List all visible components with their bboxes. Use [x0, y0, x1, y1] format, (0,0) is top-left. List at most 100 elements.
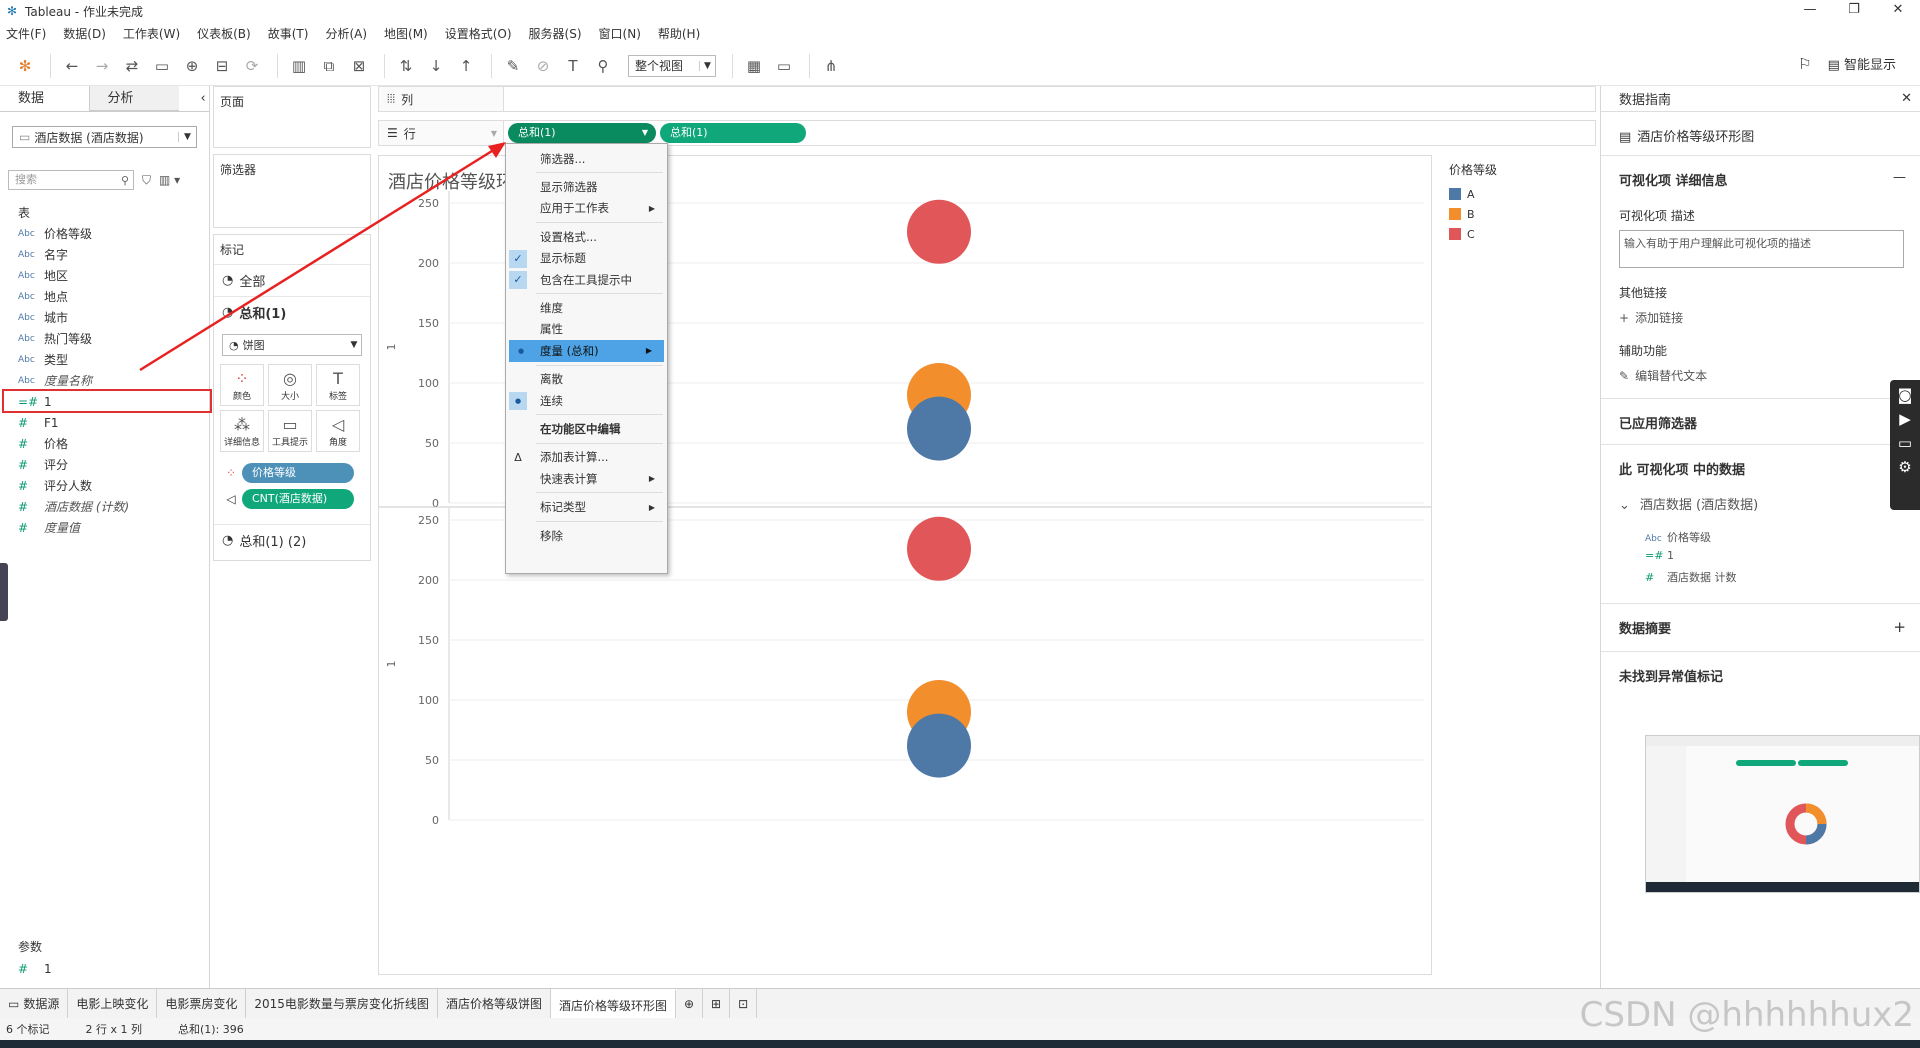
- pause-icon[interactable]: ⊟: [209, 53, 235, 79]
- pin-icon[interactable]: ⚲: [590, 53, 616, 79]
- context-menu-item[interactable]: ● 连续: [506, 390, 667, 411]
- close-button[interactable]: ✕: [1876, 0, 1920, 22]
- menu-analysis[interactable]: 分析(A): [325, 25, 367, 42]
- search-input[interactable]: 搜索 ⚲: [8, 170, 134, 190]
- sheet-tab[interactable]: 电影上映变化: [68, 988, 158, 1019]
- legend-item-c[interactable]: C: [1441, 224, 1597, 244]
- window-icon[interactable]: ▭: [1898, 434, 1912, 452]
- new-datasource-icon[interactable]: ⊕: [179, 53, 205, 79]
- label-icon[interactable]: T: [560, 53, 586, 79]
- video-icon[interactable]: ▶: [1899, 410, 1911, 428]
- menu-story[interactable]: 故事(T): [268, 25, 309, 42]
- menu-help[interactable]: 帮助(H): [658, 25, 700, 42]
- pill-color-price-level[interactable]: 价格等级: [242, 463, 354, 483]
- field-item[interactable]: # 评分人数: [0, 475, 209, 496]
- field-item[interactable]: # 评分: [0, 454, 209, 475]
- tooltip-button[interactable]: ▭ 工具提示: [268, 410, 312, 452]
- sort-desc-icon[interactable]: ↑: [453, 53, 479, 79]
- show-cards-icon[interactable]: ▦: [741, 53, 767, 79]
- replay-icon[interactable]: ⇄: [119, 53, 145, 79]
- add-link-button[interactable]: + 添加链接: [1601, 309, 1920, 326]
- sheet-tab[interactable]: 酒店价格等级饼图: [438, 988, 551, 1019]
- presentation-icon[interactable]: ▭: [771, 53, 797, 79]
- label-button[interactable]: T 标签: [316, 364, 360, 406]
- size-button[interactable]: ◎ 大小: [268, 364, 312, 406]
- mark-type-select[interactable]: ◔ 饼图 ▼: [222, 334, 362, 356]
- pages-card[interactable]: 页面: [213, 86, 371, 148]
- field-item[interactable]: Abc 地区: [0, 265, 209, 286]
- source-tree-item[interactable]: ⌄ 酒店数据 (酒店数据): [1601, 494, 1920, 513]
- close-icon[interactable]: ✕: [1901, 91, 1912, 106]
- context-menu-item[interactable]: 快速表计算 ▶: [506, 468, 667, 489]
- context-menu-item[interactable]: 筛选器...: [506, 148, 667, 169]
- detail-button[interactable]: ⁂ 详细信息: [220, 410, 264, 452]
- columns-shelf[interactable]: ⦙⦙⦙ 列: [378, 86, 1596, 112]
- highlight-icon[interactable]: ✎: [500, 53, 526, 79]
- edit-alt-text-button[interactable]: ✎ 编辑替代文本: [1601, 367, 1920, 384]
- marks-sum1-2[interactable]: ◔ 总和(1) (2): [214, 524, 370, 556]
- new-worksheet-icon[interactable]: ▥: [286, 53, 312, 79]
- menu-map[interactable]: 地图(M): [384, 25, 428, 42]
- refresh-icon[interactable]: ⟳: [239, 53, 265, 79]
- view-size-select[interactable]: 整个视图 ▼: [628, 54, 716, 77]
- viz-description-field[interactable]: 输入有助于用户理解此可视化项的描述: [1619, 230, 1904, 268]
- row-pill-sum1[interactable]: 总和(1) ▼: [508, 123, 656, 143]
- field-item[interactable]: # F1: [0, 412, 209, 433]
- view-options-icon[interactable]: ▥ ▾: [159, 173, 180, 187]
- field-item[interactable]: Abc 热门等级: [0, 328, 209, 349]
- menu-dashboard[interactable]: 仪表板(B): [197, 25, 251, 42]
- menu-file[interactable]: 文件(F): [6, 25, 46, 42]
- bulb-icon[interactable]: ⚐: [1798, 55, 1811, 73]
- context-menu-item[interactable]: 属性: [506, 319, 667, 340]
- field-item[interactable]: Abc 价格等级: [0, 223, 209, 244]
- field-item[interactable]: # 价格: [0, 433, 209, 454]
- sheet-tab-active[interactable]: 酒店价格等级环形图: [550, 988, 676, 1019]
- redo-icon[interactable]: →: [89, 53, 115, 79]
- marks-sum1[interactable]: ◔ 总和(1): [214, 296, 370, 328]
- data-summary-header[interactable]: 数据摘要 +: [1601, 618, 1920, 637]
- field-item[interactable]: Abc 地点: [0, 286, 209, 307]
- color-button[interactable]: ⁘ 颜色: [220, 364, 264, 406]
- context-menu-item[interactable]: 应用于工作表 ▶: [506, 198, 667, 219]
- datasource-select[interactable]: ▭ 酒店数据 (酒店数据) ▼: [12, 126, 197, 148]
- new-story-icon[interactable]: ⊡: [730, 988, 758, 1019]
- context-menu-item[interactable]: ✓ 显示标题: [506, 248, 667, 269]
- context-menu-item[interactable]: 离散: [506, 369, 667, 390]
- marks-all[interactable]: ◔ 全部: [214, 264, 370, 296]
- context-menu-item[interactable]: 标记类型 ▶: [506, 496, 667, 517]
- tab-analysis[interactable]: 分析: [89, 86, 180, 111]
- duplicate-icon[interactable]: ⧉: [316, 53, 342, 79]
- filters-card[interactable]: 筛选器: [213, 154, 371, 228]
- side-grip[interactable]: [0, 563, 8, 621]
- collapse-icon[interactable]: ‹: [179, 86, 209, 111]
- swap-icon[interactable]: ⇅: [393, 53, 419, 79]
- context-menu-item[interactable]: ● 度量 (总和) ▶: [509, 340, 664, 362]
- context-menu-item[interactable]: 在功能区中编辑: [506, 418, 667, 439]
- field-item[interactable]: # 酒店数据 (计数): [0, 496, 209, 517]
- menu-window[interactable]: 窗口(N): [599, 25, 641, 42]
- sheet-tab[interactable]: 电影票房变化: [157, 988, 247, 1019]
- legend-item-b[interactable]: B: [1441, 204, 1597, 224]
- smart-show-button[interactable]: ▤ 智能显示: [1828, 54, 1896, 73]
- filter-icon[interactable]: ⛉: [142, 173, 151, 188]
- context-menu-item[interactable]: Δ 添加表计算...: [506, 447, 667, 468]
- group-icon[interactable]: ⊘: [530, 53, 556, 79]
- menu-data[interactable]: 数据(D): [63, 25, 106, 42]
- screenshot-thumbnail[interactable]: [1645, 735, 1920, 893]
- context-menu-item[interactable]: 移除: [506, 525, 667, 546]
- menu-server[interactable]: 服务器(S): [529, 25, 582, 42]
- row-pill-sum1-2[interactable]: 总和(1): [660, 123, 806, 143]
- maximize-button[interactable]: ❐: [1832, 0, 1876, 22]
- tab-datasource[interactable]: ▭ 数据源: [0, 988, 69, 1019]
- tableau-home-icon[interactable]: ✻: [12, 53, 38, 79]
- sort-asc-icon[interactable]: ↓: [423, 53, 449, 79]
- menu-worksheet[interactable]: 工作表(W): [123, 25, 180, 42]
- context-menu-item[interactable]: ✓ 包含在工具提示中: [506, 269, 667, 290]
- field-item[interactable]: # 度量值: [0, 517, 209, 538]
- angle-button[interactable]: ◁ 角度: [316, 410, 360, 452]
- clear-sheet-icon[interactable]: ⊠: [346, 53, 372, 79]
- new-sheet-icon[interactable]: ⊕: [676, 988, 704, 1019]
- field-item[interactable]: Abc 度量名称: [0, 370, 209, 391]
- legend-item-a[interactable]: A: [1441, 184, 1597, 204]
- share-icon[interactable]: ⋔: [818, 53, 844, 79]
